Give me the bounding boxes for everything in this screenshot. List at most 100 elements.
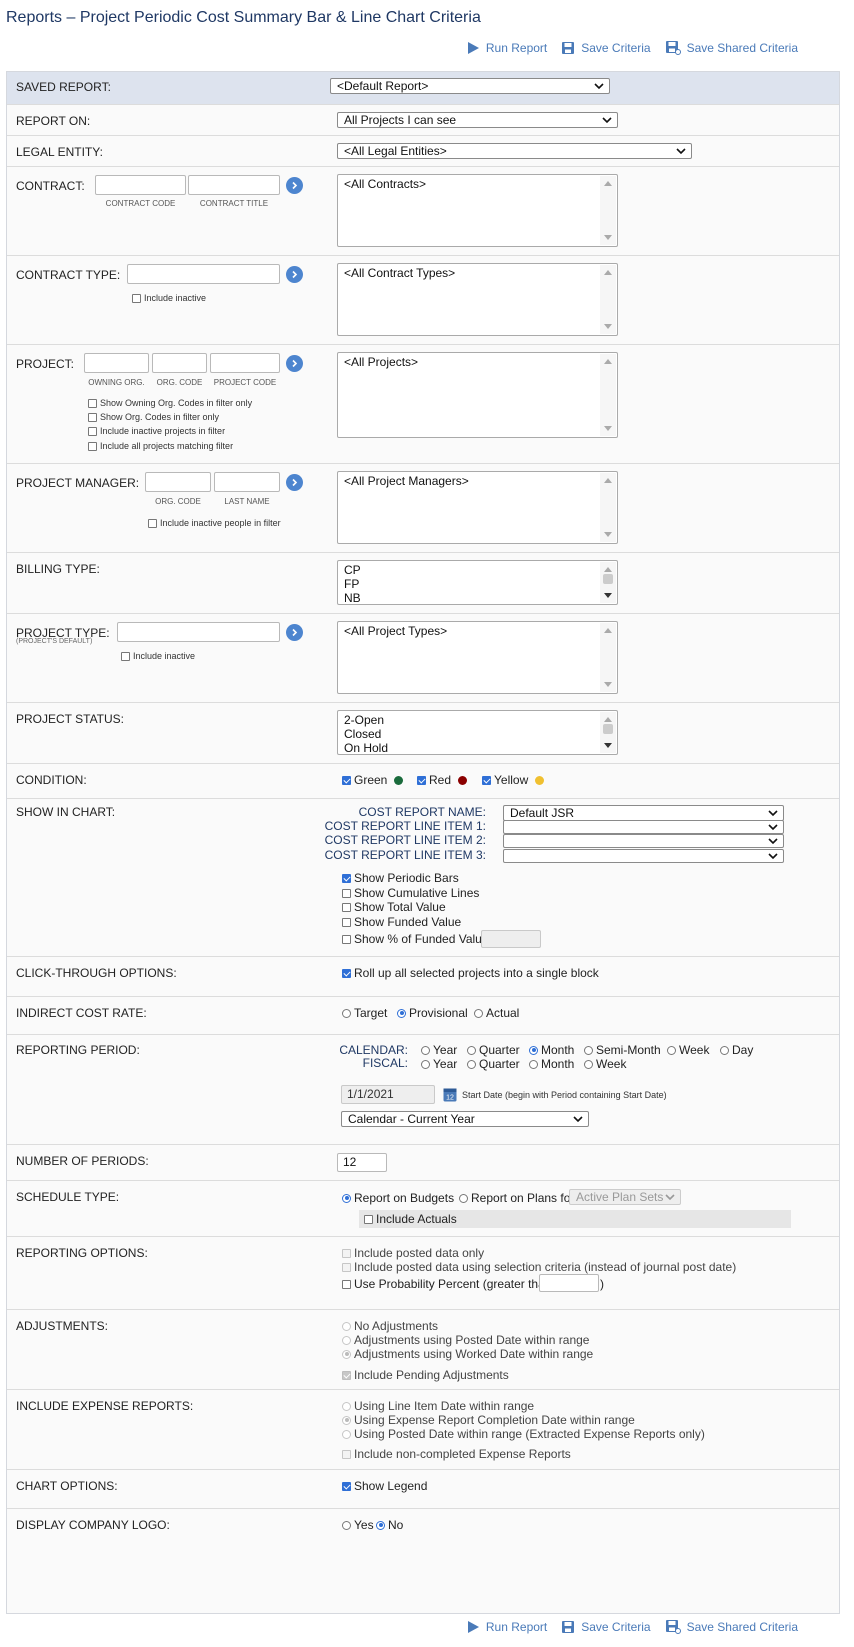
checkbox[interactable] <box>342 968 351 978</box>
show-total-value-checkbox[interactable]: Show Total Value <box>342 900 446 914</box>
billing-type-item[interactable]: NB <box>344 591 611 604</box>
project-type-include-inactive[interactable]: Include inactive <box>121 651 195 661</box>
radio[interactable] <box>467 1059 476 1069</box>
include-actuals-checkbox[interactable]: Include Actuals <box>364 1212 457 1226</box>
project-type-list[interactable]: <All Project Types> <box>337 621 618 694</box>
radio[interactable] <box>529 1059 538 1069</box>
checkbox[interactable] <box>148 518 157 528</box>
radio[interactable] <box>342 1321 351 1331</box>
radio[interactable] <box>584 1045 593 1055</box>
contract-type-input[interactable] <box>127 264 280 284</box>
radio[interactable] <box>459 1193 468 1203</box>
non-completed-expense-checkbox[interactable]: Include non-completed Expense Reports <box>342 1447 571 1461</box>
show-org-codes-checkbox[interactable]: Show Org. Codes in filter only <box>88 412 219 422</box>
calendar-day-radio[interactable]: Day <box>720 1043 753 1057</box>
project-manager-list-item[interactable]: <All Project Managers> <box>344 474 611 488</box>
adjustments-worked-radio[interactable]: Adjustments using Worked Date within ran… <box>342 1347 593 1361</box>
condition-red-checkbox[interactable]: Red <box>417 773 468 787</box>
checkbox[interactable] <box>342 934 351 944</box>
owning-org-input[interactable] <box>84 353 149 373</box>
pm-last-name-input[interactable] <box>214 472 280 492</box>
posted-criteria-checkbox[interactable]: Include posted data using selection crit… <box>342 1260 736 1274</box>
project-list-item[interactable]: <All Projects> <box>344 355 611 369</box>
contract-list-item[interactable]: <All Contracts> <box>344 177 611 191</box>
radio[interactable] <box>342 1520 351 1530</box>
project-status-item[interactable]: On Hold <box>344 741 611 754</box>
calendar-year-radio[interactable]: Year <box>421 1043 457 1057</box>
logo-yes-radio[interactable]: Yes <box>342 1518 374 1532</box>
show-owning-org-codes-checkbox[interactable]: Show Owning Org. Codes in filter only <box>88 398 252 408</box>
include-all-projects-checkbox[interactable]: Include all projects matching filter <box>88 441 233 451</box>
no-adjustments-radio[interactable]: No Adjustments <box>342 1319 438 1333</box>
radio[interactable] <box>342 1349 351 1359</box>
pm-org-code-input[interactable] <box>145 472 211 492</box>
run-report-button[interactable]: Run Report <box>467 41 547 55</box>
rate-target-radio[interactable]: Target <box>342 1006 387 1020</box>
cost-report-name-select[interactable]: Default JSR <box>503 805 784 821</box>
radio[interactable] <box>421 1045 430 1055</box>
billing-type-list[interactable]: CP FP NB <box>337 560 618 605</box>
run-report-button[interactable]: Run Report <box>467 1620 547 1634</box>
radio[interactable] <box>376 1520 385 1530</box>
expense-posted-radio[interactable]: Using Posted Date within range (Extracte… <box>342 1427 705 1441</box>
scrollbar[interactable] <box>600 712 616 753</box>
contract-type-include-inactive[interactable]: Include inactive <box>132 293 206 303</box>
fiscal-year-radio[interactable]: Year <box>421 1057 457 1071</box>
radio[interactable] <box>342 1401 351 1411</box>
checkbox[interactable] <box>88 441 97 451</box>
number-of-periods-input[interactable]: 12 <box>337 1153 387 1172</box>
radio[interactable] <box>474 1008 483 1018</box>
logo-no-radio[interactable]: No <box>376 1518 403 1532</box>
radio[interactable] <box>720 1045 729 1055</box>
contract-list[interactable]: <All Contracts> <box>337 174 618 247</box>
checkbox[interactable] <box>342 917 351 927</box>
show-funded-value-checkbox[interactable]: Show Funded Value <box>342 915 461 929</box>
radio[interactable] <box>421 1059 430 1069</box>
radio[interactable] <box>584 1059 593 1069</box>
start-date-input[interactable]: 1/1/2021 <box>341 1085 435 1104</box>
billing-type-item[interactable]: CP <box>344 563 611 577</box>
checkbox[interactable] <box>132 293 141 303</box>
expense-completion-radio[interactable]: Using Expense Report Completion Date wit… <box>342 1413 635 1427</box>
project-filter-button[interactable] <box>286 355 303 372</box>
calendar-month-radio[interactable]: Month <box>529 1043 574 1057</box>
radio[interactable] <box>467 1045 476 1055</box>
saved-report-select[interactable]: <Default Report> <box>330 78 610 94</box>
show-legend-checkbox[interactable]: Show Legend <box>342 1479 427 1493</box>
calendar-semi-month-radio[interactable]: Semi-Month <box>584 1043 661 1057</box>
include-inactive-projects-checkbox[interactable]: Include inactive projects in filter <box>88 426 225 436</box>
fiscal-month-radio[interactable]: Month <box>529 1057 574 1071</box>
checkbox[interactable] <box>121 651 130 661</box>
checkbox[interactable] <box>342 1370 351 1380</box>
checkbox[interactable] <box>342 1248 351 1258</box>
report-on-budgets-radio[interactable]: Report on Budgets <box>342 1191 454 1205</box>
save-shared-criteria-button[interactable]: Save Shared Criteria <box>665 1619 798 1634</box>
rate-provisional-radio[interactable]: Provisional <box>397 1006 468 1020</box>
fiscal-week-radio[interactable]: Week <box>584 1057 626 1071</box>
condition-yellow-checkbox[interactable]: Yellow <box>482 773 545 787</box>
radio[interactable] <box>342 1429 351 1439</box>
contract-code-input[interactable] <box>95 175 186 195</box>
checkbox[interactable] <box>482 775 491 785</box>
report-on-select[interactable]: All Projects I can see <box>337 112 618 128</box>
calendar-week-radio[interactable]: Week <box>667 1043 709 1057</box>
legal-entity-select[interactable]: <All Legal Entities> <box>337 143 692 159</box>
checkbox[interactable] <box>342 1449 351 1459</box>
project-status-item[interactable]: 2-Open <box>344 713 611 727</box>
scrollbar[interactable] <box>600 176 616 245</box>
period-range-select[interactable]: Calendar - Current Year <box>341 1111 589 1127</box>
save-criteria-button[interactable]: Save Criteria <box>561 41 651 55</box>
checkbox[interactable] <box>88 426 97 436</box>
scrollbar[interactable] <box>600 623 616 692</box>
radio[interactable] <box>667 1045 676 1055</box>
pending-adjustments-checkbox[interactable]: Include Pending Adjustments <box>342 1368 509 1382</box>
report-on-plans-radio[interactable]: Report on Plans for <box>459 1191 574 1205</box>
checkbox[interactable] <box>342 888 351 898</box>
pct-funded-value-input[interactable] <box>481 930 541 948</box>
show-cumulative-lines-checkbox[interactable]: Show Cumulative Lines <box>342 886 479 900</box>
adjustments-posted-radio[interactable]: Adjustments using Posted Date within ran… <box>342 1333 589 1347</box>
scrollbar[interactable] <box>600 473 616 542</box>
project-type-input[interactable] <box>117 622 280 642</box>
checkbox[interactable] <box>364 1214 373 1224</box>
radio[interactable] <box>342 1008 351 1018</box>
